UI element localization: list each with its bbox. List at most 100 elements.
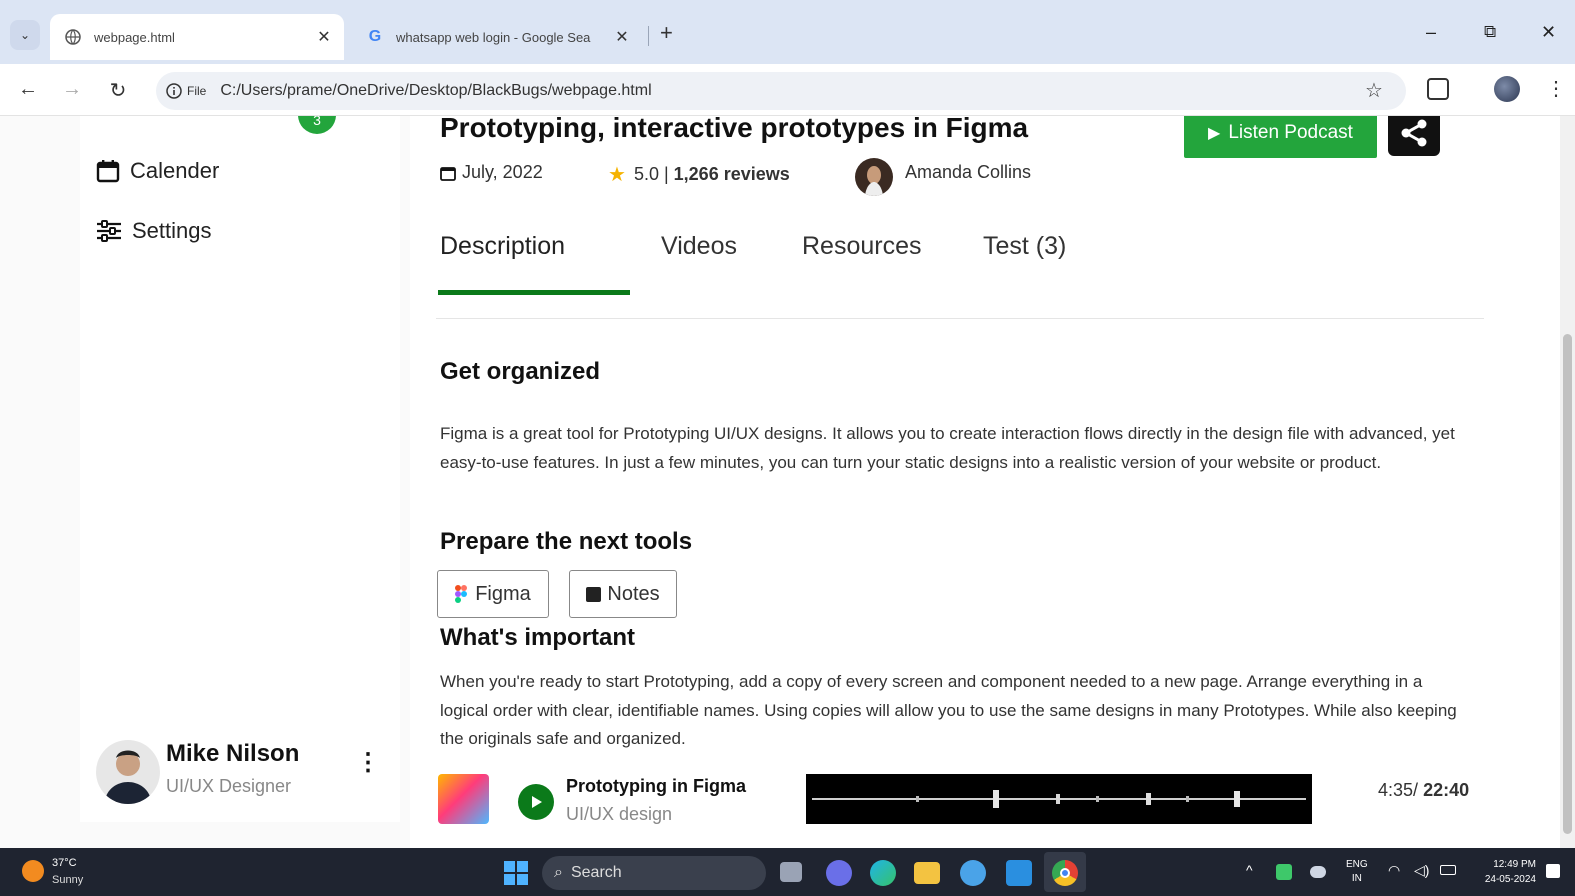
calendar-icon — [440, 166, 456, 181]
vscode-icon[interactable] — [1006, 860, 1032, 886]
tabs-divider — [436, 318, 1484, 319]
player-play-button[interactable] — [518, 784, 554, 820]
sidebar-item-calender[interactable]: Calender — [96, 158, 219, 184]
podcast-thumbnail — [438, 774, 489, 824]
profile-avatar[interactable] — [1494, 76, 1520, 102]
audio-waveform[interactable] — [806, 774, 1312, 824]
wifi-icon[interactable]: ◠ — [1388, 862, 1400, 879]
messages-badge: 3 — [298, 116, 336, 134]
tray-expand-icon[interactable]: ^ — [1246, 862, 1253, 878]
get-organized-text: Figma is a great tool for Prototyping UI… — [440, 424, 1455, 472]
play-icon — [532, 796, 542, 808]
scrollbar-thumb[interactable] — [1563, 334, 1572, 834]
section-heading-get-organized: Get organized — [440, 358, 601, 385]
date-text: July, 2022 — [462, 162, 543, 182]
tab-description[interactable]: Description — [440, 232, 565, 261]
author-avatar[interactable] — [855, 158, 893, 196]
figma-icon — [455, 585, 468, 603]
player-subtitle: UI/UX design — [566, 804, 673, 824]
weather-icon[interactable] — [22, 860, 44, 882]
chat-app-icon[interactable] — [826, 860, 852, 886]
share-button[interactable] — [1388, 116, 1440, 156]
play-icon: ▶ — [1208, 125, 1221, 142]
main-content: Prototyping, interactive prototypes in F… — [410, 116, 1560, 848]
restore-button[interactable]: ⧉ — [1484, 22, 1496, 42]
clock-time: 12:49 PM — [1493, 859, 1536, 870]
browser-tab-active[interactable]: webpage.html ✕ — [50, 14, 344, 60]
share-icon — [1401, 119, 1427, 147]
user-name: Mike Nilson — [166, 740, 300, 767]
app-icon[interactable] — [960, 860, 986, 886]
reviews-count: 1,266 reviews — [673, 164, 790, 184]
tray-cloud-icon[interactable] — [1310, 866, 1326, 878]
volume-icon[interactable]: ◁) — [1414, 862, 1429, 879]
user-role: UI/UX Designer — [166, 776, 292, 796]
sidebar-item-settings[interactable]: Settings — [96, 218, 212, 244]
browser-menu-icon[interactable]: ⋮ — [1546, 76, 1566, 101]
user-menu-icon[interactable]: ⋮ — [356, 748, 380, 777]
omnibox[interactable]: File C:/Users/prame/OneDrive/Desktop/Bla… — [156, 72, 1406, 110]
weather-temp[interactable]: 37°C — [52, 857, 77, 869]
author-name[interactable]: Amanda Collins — [905, 162, 1031, 183]
sidebar-item-label: Settings — [132, 218, 212, 243]
file-explorer-icon[interactable] — [914, 862, 940, 884]
webpage-viewport: 3 Calender Settings Mike Nilson UI/UX De… — [0, 116, 1575, 848]
tab-resources[interactable]: Resources — [802, 232, 922, 261]
tool-label: Figma — [475, 582, 531, 605]
task-view-icon[interactable] — [780, 862, 802, 882]
notes-icon — [586, 586, 602, 602]
close-window-button[interactable]: ✕ — [1541, 22, 1556, 43]
sidebar: 3 Calender Settings Mike Nilson UI/UX De… — [80, 116, 400, 822]
reload-icon[interactable]: ↻ — [104, 78, 132, 103]
tab-videos[interactable]: Videos — [661, 232, 737, 261]
forward-arrow-icon[interactable]: → — [58, 78, 86, 101]
sidebar-item-label: Calender — [130, 158, 220, 183]
url-text[interactable]: C:/Users/prame/OneDrive/Desktop/BlackBug… — [220, 82, 651, 100]
user-avatar[interactable] — [96, 740, 160, 804]
star-icon: ★ — [608, 164, 626, 186]
notification-icon[interactable] — [1546, 864, 1560, 878]
browser-tab[interactable]: G whatsapp web login - Google Sea ✕ — [352, 14, 642, 60]
new-tab-button[interactable]: + — [660, 20, 673, 46]
listen-podcast-button[interactable]: ▶ Listen Podcast — [1184, 116, 1377, 158]
tool-notes-button[interactable]: Notes — [569, 570, 677, 618]
language-indicator[interactable]: ENG IN — [1346, 858, 1368, 886]
tab-title: whatsapp web login - Google Sea — [396, 29, 591, 45]
rating-separator: | — [663, 164, 669, 184]
rating-value: 5.0 — [633, 164, 659, 184]
chrome-taskbar-item[interactable] — [1044, 852, 1086, 892]
windows-start-icon[interactable] — [504, 861, 528, 885]
current-time: 4:35/ — [1378, 780, 1419, 800]
close-tab-icon[interactable]: ✕ — [312, 27, 336, 47]
total-time: 22:40 — [1423, 780, 1470, 800]
address-toolbar: ← → ↻ File C:/Users/prame/OneDrive/Deskt… — [0, 64, 1575, 116]
tool-figma-button[interactable]: Figma — [437, 570, 549, 618]
calendar-icon — [96, 159, 120, 183]
minimize-button[interactable]: – — [1426, 22, 1436, 43]
taskbar-search-box[interactable]: ⌕ Search — [542, 856, 766, 890]
extensions-icon[interactable] — [1427, 78, 1449, 100]
edge-browser-icon[interactable] — [870, 860, 896, 886]
podcast-label: Listen Podcast — [1228, 122, 1353, 143]
tab-title: webpage.html — [94, 29, 175, 45]
google-icon: G — [368, 28, 382, 45]
search-icon: ⌕ — [554, 864, 563, 881]
weather-desc: Sunny — [52, 874, 84, 886]
tab-search-dropdown-icon[interactable]: ⌄ — [10, 20, 40, 50]
page-scrollbar[interactable] — [1560, 116, 1575, 848]
info-icon — [166, 83, 182, 99]
bookmark-star-icon[interactable]: ☆ — [1365, 78, 1383, 103]
windows-taskbar: 37°C Sunny ⌕ Search ^ ENG IN ◠ ◁) 12:49 … — [0, 848, 1575, 896]
section-heading-tools: Prepare the next tools — [440, 528, 693, 555]
course-rating: ★ 5.0 | 1,266 reviews — [608, 162, 790, 187]
back-arrow-icon[interactable]: ← — [14, 78, 42, 101]
section-heading-important: What's important — [440, 624, 636, 651]
battery-icon[interactable] — [1440, 865, 1456, 875]
clock-date: 24-05-2024 — [1484, 874, 1536, 885]
close-tab-icon[interactable]: ✕ — [610, 27, 634, 47]
tray-app-icon[interactable] — [1276, 864, 1292, 880]
player-time: 4:35/ 22:40 — [1378, 780, 1469, 801]
site-info-chip[interactable]: File — [166, 83, 206, 99]
clock[interactable]: 12:49 PM 24-05-2024 — [1470, 857, 1536, 887]
tab-test[interactable]: Test (3) — [983, 232, 1066, 261]
